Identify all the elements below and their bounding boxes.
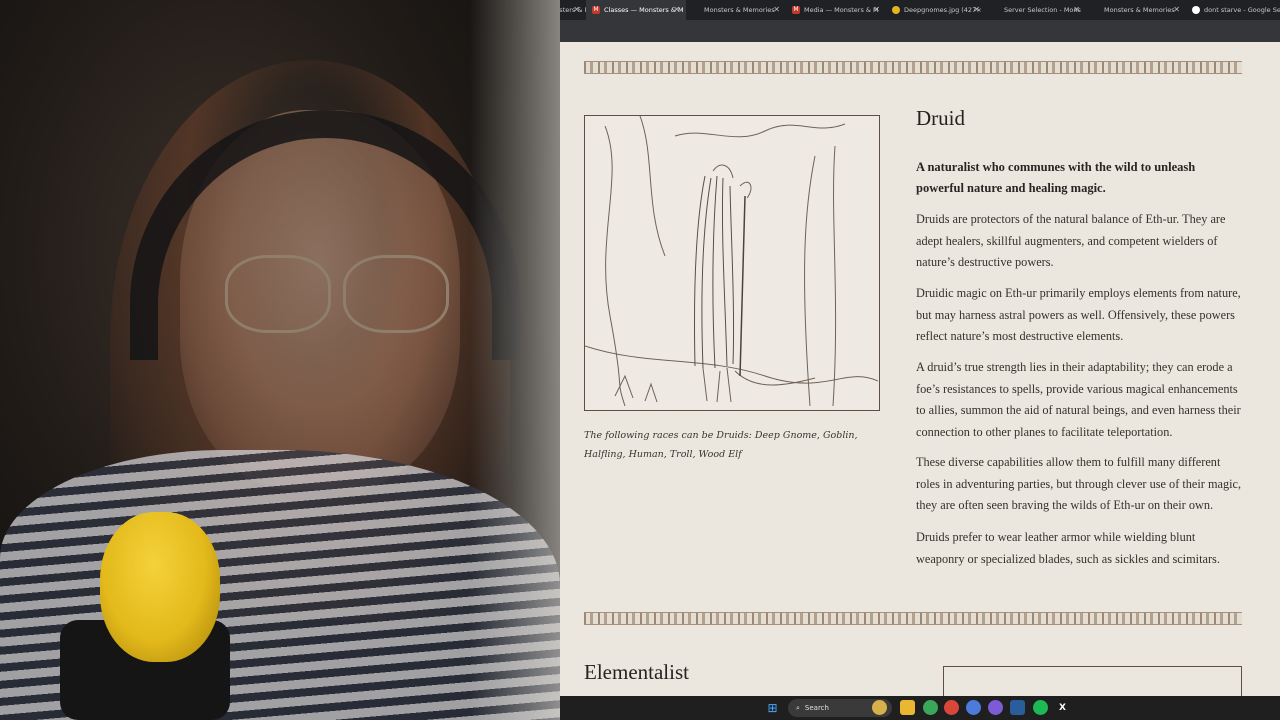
tab-close-icon[interactable]: ✕ bbox=[1073, 5, 1080, 14]
webcam-edge-fade bbox=[470, 0, 560, 720]
glasses-lens-right bbox=[343, 255, 449, 333]
tab-title: Monsters & Memories bbox=[1104, 6, 1175, 14]
app-icon[interactable] bbox=[966, 700, 981, 715]
druid-illustration bbox=[584, 115, 880, 411]
class-title: Druid bbox=[916, 106, 965, 130]
glasses-lens-left bbox=[225, 255, 331, 333]
browser-tab[interactable]: Monsters & Memories ✕ bbox=[686, 0, 786, 20]
spotify-icon[interactable] bbox=[1033, 700, 1048, 715]
race-caption: The following races can be Druids: Deep … bbox=[584, 430, 858, 460]
druid-sketch bbox=[584, 115, 879, 407]
browser-tab[interactable]: Deepgnomes.jpg (427× ✕ bbox=[886, 0, 986, 20]
windows-taskbar: ⊞ ⌕ Search X bbox=[500, 696, 1280, 720]
class-paragraph: Druids prefer to wear leather armor whil… bbox=[916, 530, 1220, 566]
tab-favicon bbox=[992, 6, 1000, 14]
class-paragraph: A druid’s true strength lies in their ad… bbox=[916, 360, 1241, 439]
browser-tab[interactable]: Server Selection - Mons ✕ bbox=[986, 0, 1086, 20]
browser-tab-bar: ...ses — Monsters & M ✕ M Classes — Mons… bbox=[500, 0, 1280, 20]
tab-title: Server Selection - Mons bbox=[1004, 6, 1081, 14]
tab-close-icon[interactable]: ✕ bbox=[1173, 5, 1180, 14]
steam-icon[interactable] bbox=[1010, 700, 1025, 715]
class-paragraph: Druids are protectors of the natural bal… bbox=[916, 212, 1226, 269]
tab-title: Monsters & Memories bbox=[704, 6, 775, 14]
microphone bbox=[100, 512, 220, 662]
tab-favicon: M bbox=[792, 6, 800, 14]
search-label: Search bbox=[804, 704, 829, 712]
class-page: The following races can be Druids: Deep … bbox=[500, 42, 1280, 696]
browser-tab[interactable]: M Media — Monsters & M ✕ bbox=[786, 0, 886, 20]
widgets-icon[interactable] bbox=[872, 700, 887, 715]
tab-favicon: M bbox=[592, 6, 600, 14]
google-icon bbox=[1192, 6, 1200, 14]
chrome-icon-2[interactable] bbox=[944, 700, 959, 715]
tab-close-icon[interactable]: ✕ bbox=[573, 5, 580, 14]
x-icon[interactable]: X bbox=[1055, 700, 1070, 715]
class-paragraph: These diverse capabilities allow them to… bbox=[916, 455, 1242, 512]
tab-title: Classes — Monsters & M bbox=[604, 6, 684, 14]
glasses bbox=[215, 255, 455, 335]
discord-icon[interactable] bbox=[988, 700, 1003, 715]
tab-favicon bbox=[1092, 6, 1100, 14]
webcam-overlay bbox=[0, 0, 560, 720]
tab-close-icon[interactable]: ✕ bbox=[873, 5, 880, 14]
tab-title: dont starve - Google Se bbox=[1204, 6, 1280, 14]
tab-favicon bbox=[692, 6, 700, 14]
decorative-border-divider bbox=[584, 612, 1242, 625]
chrome-icon[interactable] bbox=[923, 700, 938, 715]
tab-favicon bbox=[892, 6, 900, 14]
decorative-border-top bbox=[584, 61, 1242, 74]
browser-toolbar bbox=[500, 20, 1280, 42]
tab-close-icon[interactable]: ✕ bbox=[773, 5, 780, 14]
tab-close-icon[interactable]: ✕ bbox=[673, 5, 680, 14]
file-explorer-icon[interactable] bbox=[900, 700, 915, 715]
tab-close-icon[interactable]: ✕ bbox=[973, 5, 980, 14]
windows-start-icon[interactable]: ⊞ bbox=[765, 700, 780, 715]
browser-tab[interactable]: Monsters & Memories ✕ bbox=[1086, 0, 1186, 20]
next-class-title: Elementalist bbox=[584, 660, 689, 684]
browser-tab-active[interactable]: M Classes — Monsters & M ✕ bbox=[586, 0, 686, 20]
browser-tab[interactable]: dont starve - Google Se bbox=[1186, 0, 1280, 20]
class-lead: A naturalist who communes with the wild … bbox=[916, 160, 1196, 195]
class-paragraph: Druidic magic on Eth-ur primarily employ… bbox=[916, 286, 1241, 343]
tab-title: Media — Monsters & M bbox=[804, 6, 879, 14]
tab-title: Deepgnomes.jpg (427× bbox=[904, 6, 982, 14]
elementalist-illustration bbox=[943, 666, 1242, 696]
search-icon: ⌕ bbox=[796, 703, 800, 712]
